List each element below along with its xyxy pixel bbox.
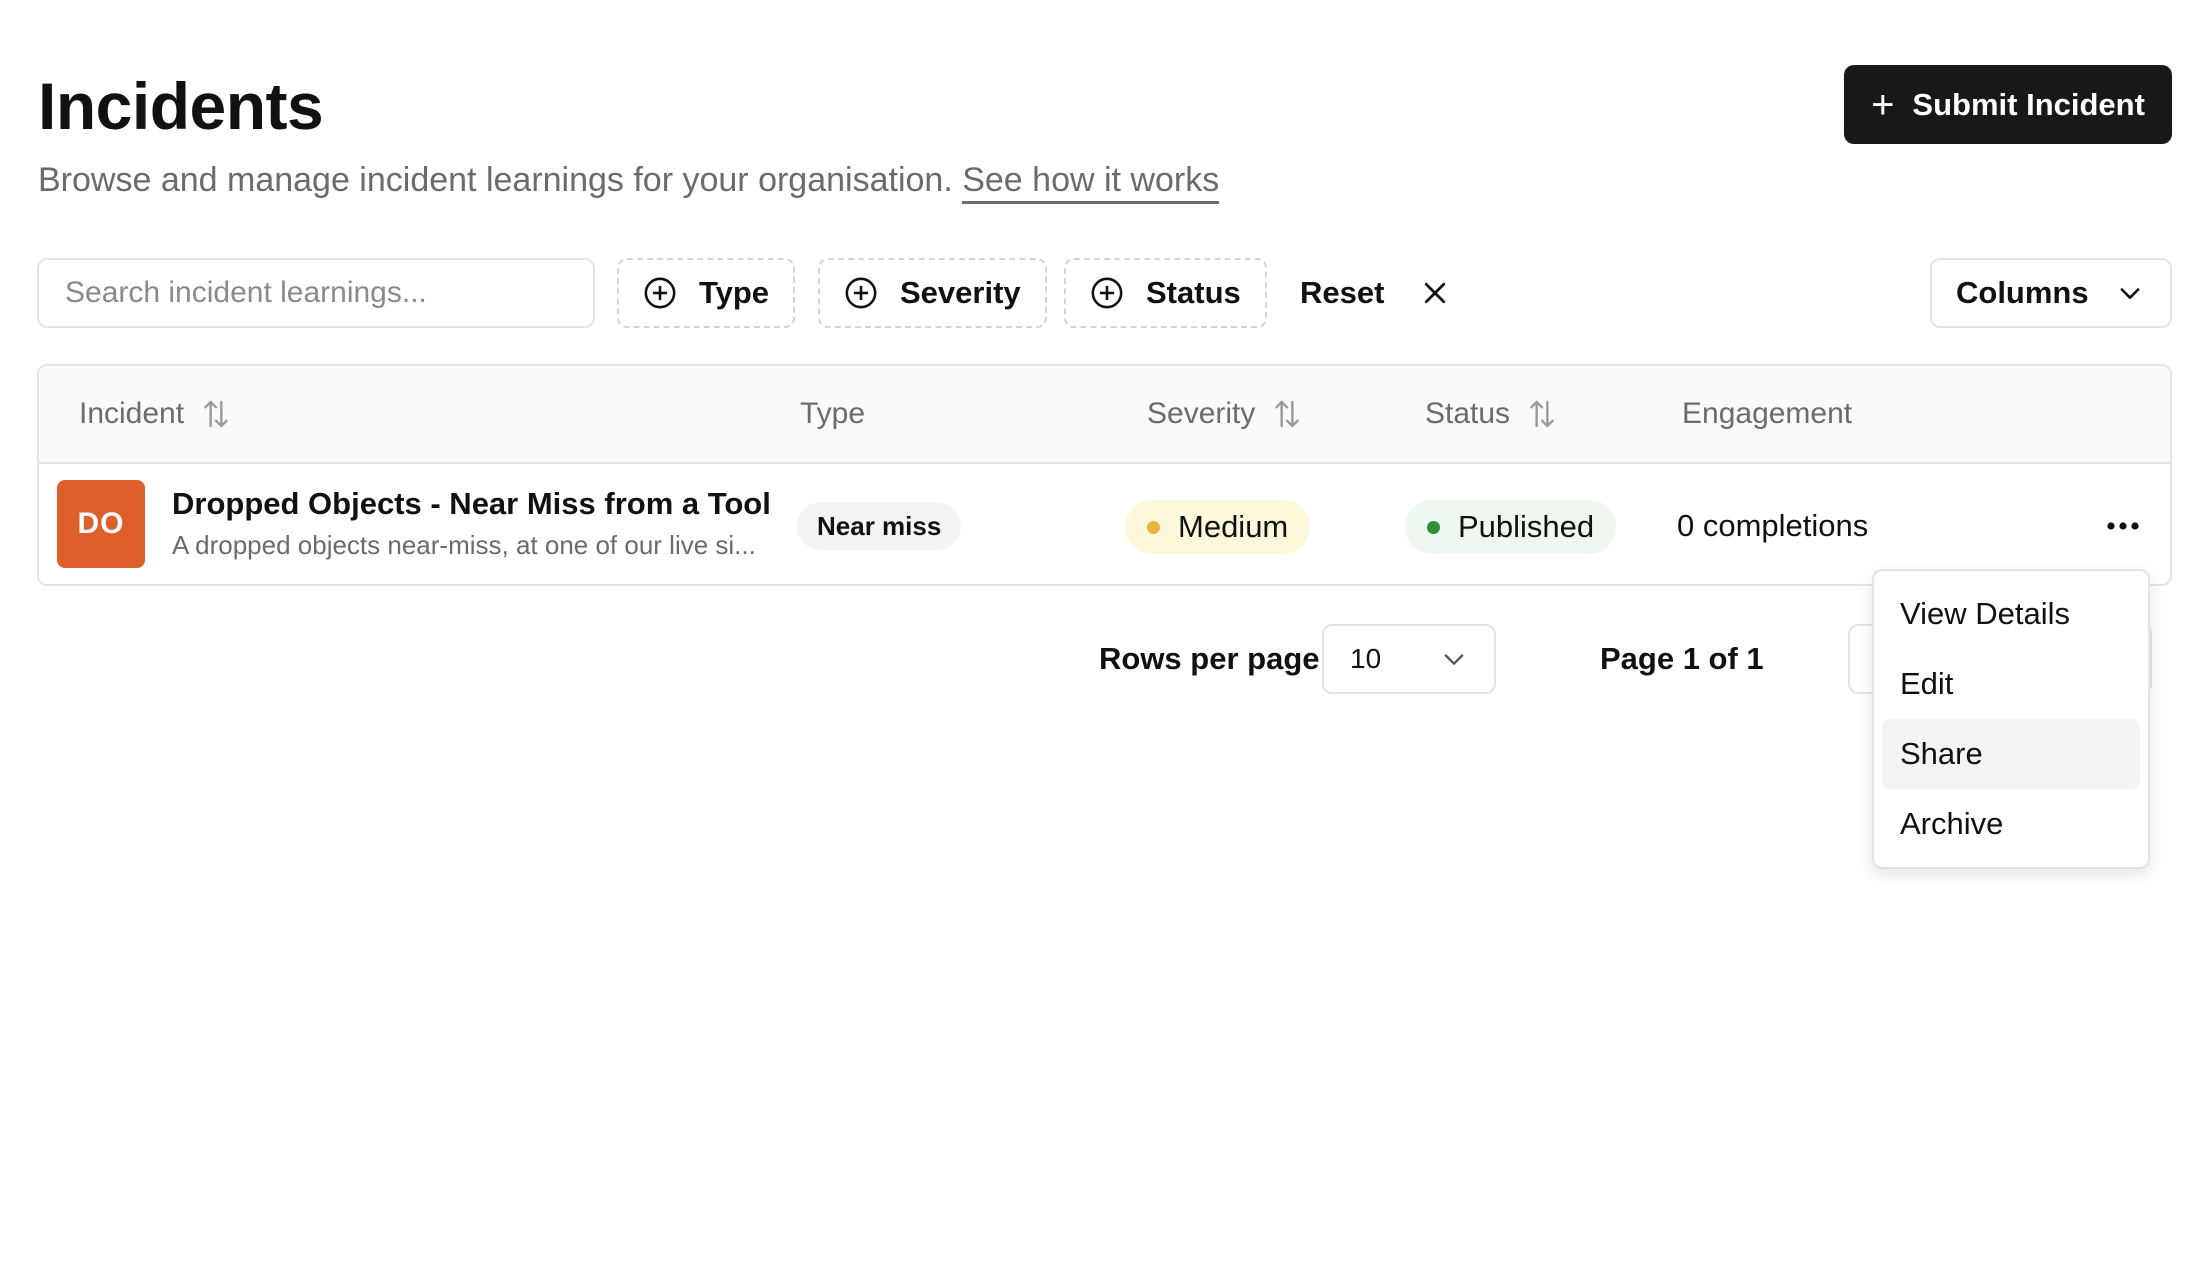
subtitle-text: Browse and manage incident learnings for… bbox=[38, 161, 953, 199]
submit-incident-button[interactable]: + Submit Incident bbox=[1844, 65, 2172, 144]
column-header-engagement: Engagement bbox=[1682, 366, 1852, 462]
column-header-incident[interactable]: Incident bbox=[79, 366, 232, 462]
filter-status-button[interactable]: Status bbox=[1064, 258, 1267, 328]
column-header-label: Type bbox=[800, 397, 866, 430]
chevron-down-icon bbox=[2120, 288, 2140, 299]
row-actions-menu: View Details Edit Share Archive bbox=[1872, 569, 2150, 869]
filter-severity-label: Severity bbox=[900, 275, 1021, 310]
menu-item-share[interactable]: Share bbox=[1882, 719, 2140, 789]
status-label: Published bbox=[1458, 509, 1595, 544]
page-subtitle: Browse and manage incident learnings for… bbox=[38, 158, 1220, 204]
reset-label: Reset bbox=[1300, 275, 1385, 310]
column-header-status[interactable]: Status bbox=[1425, 366, 1558, 462]
see-how-it-works-link[interactable]: See how it works bbox=[962, 161, 1220, 204]
column-header-type: Type bbox=[800, 366, 865, 462]
reset-filters-button[interactable]: Reset bbox=[1284, 258, 1466, 328]
columns-dropdown[interactable]: Columns bbox=[1930, 258, 2172, 328]
table-row[interactable]: DO Dropped Objects - Near Miss from a To… bbox=[39, 464, 2170, 584]
table-header: Incident Type Severity Status Engagement bbox=[39, 366, 2170, 464]
column-header-label: Engagement bbox=[1682, 397, 1853, 430]
filter-status-label: Status bbox=[1146, 275, 1241, 310]
rows-per-page-label: Rows per page bbox=[1099, 641, 1320, 676]
page-indicator: Page 1 of 1 bbox=[1600, 641, 1764, 676]
more-horizontal-icon bbox=[2107, 522, 2139, 530]
page-title: Incidents bbox=[38, 69, 324, 143]
type-badge: Near miss bbox=[797, 502, 962, 550]
close-icon bbox=[1425, 282, 1446, 304]
severity-dot-icon bbox=[1147, 520, 1160, 534]
severity-label: Medium bbox=[1178, 509, 1289, 544]
incident-title[interactable]: Dropped Objects - Near Miss from a Tool bbox=[172, 486, 771, 522]
incidents-table: Incident Type Severity Status Engagement… bbox=[37, 364, 2172, 586]
plus-circle-icon bbox=[845, 277, 877, 309]
rows-per-page-value: 10 bbox=[1350, 643, 1382, 674]
sort-icon bbox=[204, 400, 228, 428]
plus-circle-icon bbox=[1091, 277, 1123, 309]
status-badge: Published bbox=[1405, 500, 1617, 554]
incident-description: A dropped objects near-miss, at one of o… bbox=[172, 530, 756, 560]
engagement-count: 0 completions bbox=[1677, 508, 1869, 543]
sort-icon bbox=[1530, 400, 1554, 428]
chevron-down-icon bbox=[1444, 654, 1464, 665]
column-header-label: Status bbox=[1425, 397, 1511, 430]
sort-icon bbox=[1275, 400, 1300, 428]
column-header-severity[interactable]: Severity bbox=[1147, 366, 1303, 462]
incident-avatar: DO bbox=[57, 480, 145, 568]
submit-incident-label: Submit Incident bbox=[1912, 86, 2145, 122]
menu-item-archive[interactable]: Archive bbox=[1882, 789, 2140, 859]
filter-type-button[interactable]: Type bbox=[617, 258, 796, 328]
column-header-label: Severity bbox=[1147, 397, 1256, 430]
filter-type-label: Type bbox=[699, 275, 770, 310]
status-dot-icon bbox=[1427, 520, 1440, 534]
severity-badge: Medium bbox=[1125, 500, 1311, 554]
rows-per-page-select[interactable]: 10 bbox=[1322, 624, 1496, 694]
search-input[interactable] bbox=[37, 258, 595, 328]
column-header-label: Incident bbox=[79, 397, 185, 430]
menu-item-edit[interactable]: Edit bbox=[1882, 649, 2140, 719]
plus-circle-icon bbox=[644, 277, 676, 309]
columns-label: Columns bbox=[1956, 275, 2089, 310]
plus-icon: + bbox=[1871, 82, 1895, 127]
row-actions-button[interactable] bbox=[2099, 504, 2147, 548]
menu-item-view-details[interactable]: View Details bbox=[1882, 579, 2140, 649]
filter-severity-button[interactable]: Severity bbox=[818, 258, 1047, 328]
